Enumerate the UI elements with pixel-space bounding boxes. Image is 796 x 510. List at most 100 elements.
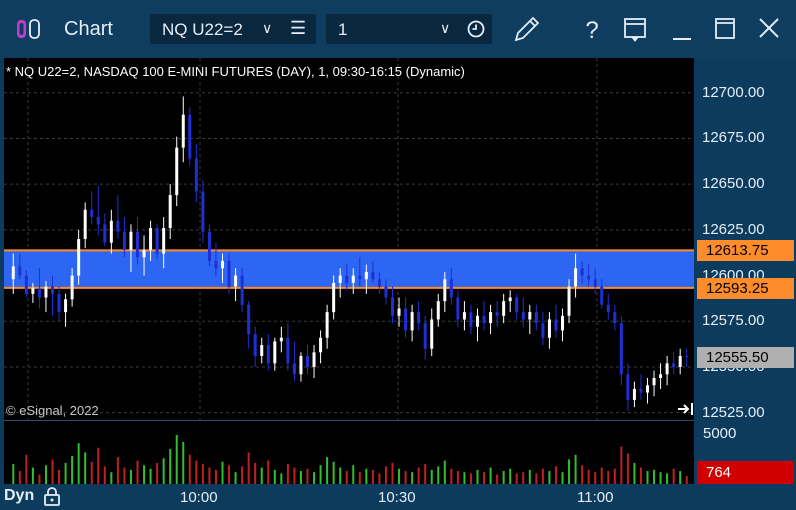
volume-bar xyxy=(352,465,355,485)
volume-bar xyxy=(326,457,329,485)
volume-bar xyxy=(162,458,165,485)
candle-body xyxy=(31,288,35,294)
volume-bar xyxy=(391,462,394,485)
candle xyxy=(286,323,290,371)
volume-bar xyxy=(84,452,87,485)
candle-body xyxy=(606,304,610,313)
volume-bar xyxy=(286,464,289,485)
candle-body xyxy=(410,312,414,331)
dynamic-mode-label[interactable]: Dyn xyxy=(4,487,34,505)
chart-window: Chart NQ U22=2 ∨ ☰ 1 ∨ ? * NQ U22=2, NAS… xyxy=(0,0,796,510)
candle-body xyxy=(554,319,558,331)
clock-icon[interactable] xyxy=(466,19,486,39)
candle xyxy=(253,326,257,367)
candle-body xyxy=(292,363,296,375)
volume-bar xyxy=(58,469,61,485)
candle-body xyxy=(358,275,362,280)
list-icon[interactable]: ☰ xyxy=(290,18,306,39)
volume-bar xyxy=(476,469,479,485)
volume-bar xyxy=(188,454,191,485)
candle xyxy=(541,312,545,346)
help-icon[interactable]: ? xyxy=(575,12,609,46)
lock-icon[interactable] xyxy=(42,486,62,506)
candle xyxy=(482,301,486,331)
volume-bar xyxy=(44,465,47,485)
volume-bar xyxy=(18,471,21,485)
candle-body xyxy=(423,323,427,349)
volume-bar xyxy=(509,468,512,485)
jump-to-end-icon[interactable] xyxy=(677,402,695,416)
pencil-icon[interactable] xyxy=(510,12,544,46)
layout-menu-icon[interactable] xyxy=(618,12,652,46)
volume-bar xyxy=(175,434,178,485)
volume-bar xyxy=(679,471,682,485)
candle xyxy=(476,308,479,342)
candle-body xyxy=(678,356,682,367)
volume-bar xyxy=(116,457,119,485)
candle-body xyxy=(57,293,61,313)
time-label: 11:00 xyxy=(577,489,614,506)
zone-top-price-tag: 12613.75 xyxy=(697,240,794,262)
volume-bar xyxy=(404,471,407,485)
volume-bar xyxy=(241,466,244,485)
candle-body xyxy=(70,275,74,300)
close-icon[interactable] xyxy=(752,12,786,46)
candle-body xyxy=(456,297,460,320)
candle xyxy=(639,374,643,400)
candle-body xyxy=(502,301,506,316)
price-chart[interactable] xyxy=(4,58,694,420)
candle-body xyxy=(600,286,604,305)
candle-body xyxy=(64,299,68,313)
symbol-selector[interactable]: NQ U22=2 ∨ ☰ xyxy=(150,14,316,44)
candle-body xyxy=(90,209,94,218)
candle-body xyxy=(391,297,394,316)
price-tick-label: 12700.00 xyxy=(702,83,765,101)
candle xyxy=(646,377,649,404)
price-plot[interactable] xyxy=(4,58,694,420)
candle-body xyxy=(685,356,689,358)
minimize-icon[interactable] xyxy=(665,12,699,46)
volume-bar xyxy=(90,461,93,485)
chevron-down-icon[interactable]: ∨ xyxy=(440,20,450,37)
candle-body xyxy=(541,323,545,338)
volume-bar xyxy=(607,471,610,485)
interval-value[interactable]: 1 xyxy=(338,20,347,40)
volume-bar xyxy=(247,452,250,485)
price-tick-label: 12625.00 xyxy=(702,220,765,238)
volume-bar xyxy=(123,467,126,485)
candle-body xyxy=(561,315,564,331)
volume-bar xyxy=(620,446,623,485)
candle-body xyxy=(286,337,290,364)
candle xyxy=(626,363,630,411)
maximize-icon[interactable] xyxy=(708,12,742,46)
candle-body xyxy=(51,286,54,294)
candle xyxy=(410,304,414,342)
price-tick-label: 12525.00 xyxy=(702,403,765,421)
volume-bar xyxy=(528,469,531,485)
volume-bar xyxy=(653,469,656,485)
volume-plot[interactable] xyxy=(4,421,694,485)
candle-body xyxy=(462,312,466,320)
last-volume-tag: 764 xyxy=(697,461,794,485)
volume-bar xyxy=(581,465,584,485)
candle xyxy=(299,352,303,382)
symbol-value[interactable]: NQ U22=2 xyxy=(162,20,243,40)
candle xyxy=(312,345,316,378)
candle xyxy=(462,301,466,331)
app-logo-icon xyxy=(17,19,40,39)
candle-body xyxy=(175,147,179,196)
volume-pane[interactable] xyxy=(4,420,694,485)
volume-bar xyxy=(639,467,642,485)
candle-body xyxy=(299,356,303,375)
volume-bar xyxy=(267,460,270,485)
candle-body xyxy=(534,312,538,324)
volume-bar xyxy=(273,469,276,485)
candle-body xyxy=(345,275,349,283)
chevron-down-icon[interactable]: ∨ xyxy=(262,20,272,37)
interval-selector[interactable]: 1 ∨ xyxy=(326,14,492,44)
candle-body xyxy=(665,363,669,375)
candle xyxy=(423,315,427,360)
volume-bar xyxy=(77,443,80,485)
candle-body xyxy=(116,220,120,232)
candle xyxy=(292,341,296,382)
